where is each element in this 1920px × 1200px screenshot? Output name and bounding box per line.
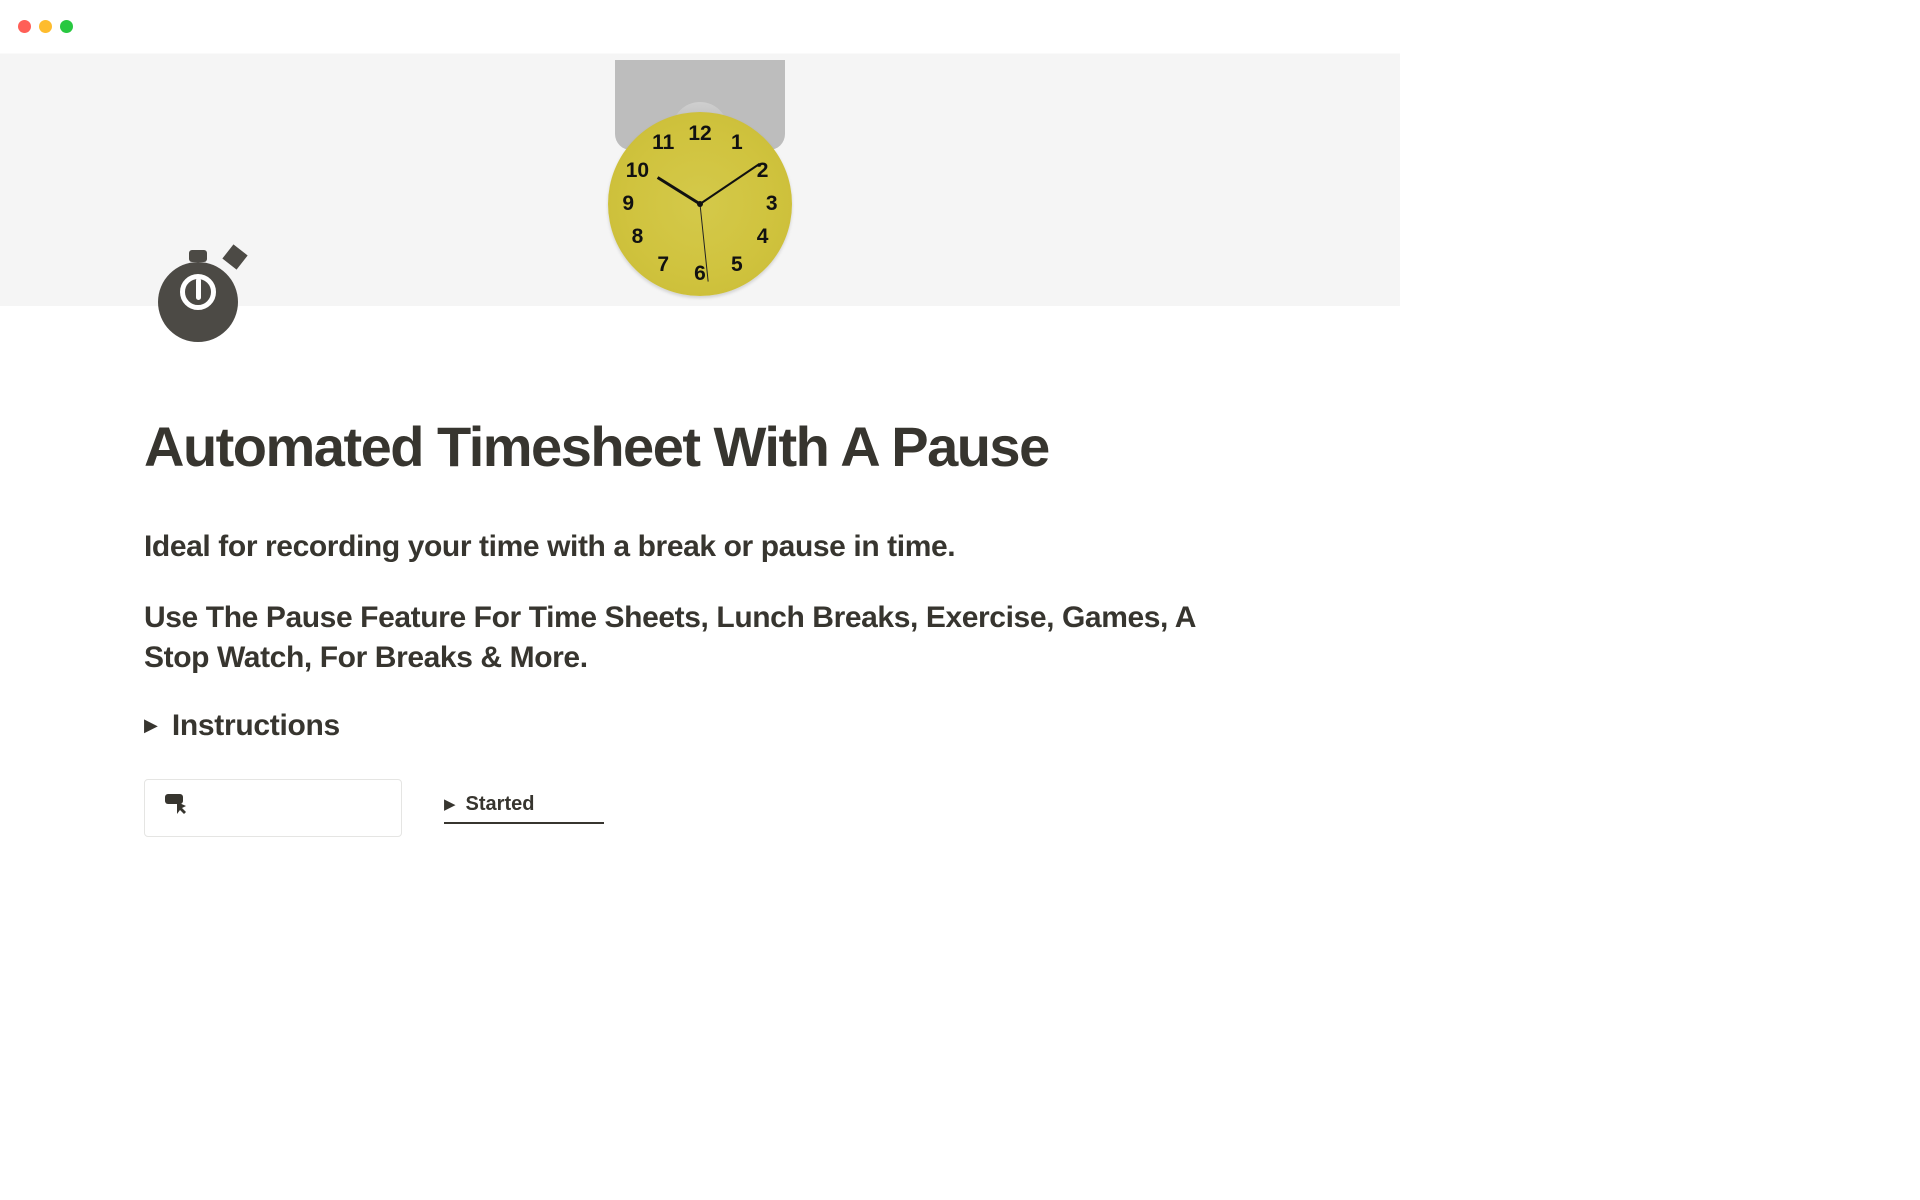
callout-block[interactable] bbox=[144, 779, 402, 837]
stopwatch-needle bbox=[196, 278, 201, 300]
page-title[interactable]: Automated Timesheet With A Pause bbox=[144, 414, 1256, 479]
instructions-toggle-label: Instructions bbox=[172, 709, 340, 743]
clock-num-12: 12 bbox=[688, 122, 711, 146]
page-subhead-2[interactable]: Use The Pause Feature For Time Sheets, L… bbox=[144, 598, 1256, 679]
clock-num-3: 3 bbox=[766, 192, 778, 216]
window-close-button[interactable] bbox=[18, 20, 31, 33]
tab-caret-icon: ▶ bbox=[444, 795, 456, 813]
clock-num-5: 5 bbox=[731, 253, 743, 277]
database-view-tab-started[interactable]: ▶ Started bbox=[444, 793, 1256, 822]
tab-active-underline bbox=[444, 822, 604, 824]
clock-num-1: 1 bbox=[731, 131, 743, 155]
clock-num-6: 6 bbox=[694, 262, 706, 286]
clock-num-10: 10 bbox=[626, 159, 649, 183]
toggle-caret-icon: ▶ bbox=[144, 715, 158, 736]
window-minimize-button[interactable] bbox=[39, 20, 52, 33]
clock-minute-hand bbox=[699, 163, 760, 205]
clock-num-8: 8 bbox=[632, 225, 644, 249]
clock-center-dot bbox=[697, 201, 703, 207]
window-zoom-button[interactable] bbox=[60, 20, 73, 33]
cover-clock-illustration: 12 1 2 3 4 5 6 7 8 9 10 11 bbox=[608, 60, 792, 296]
clock-num-11: 11 bbox=[652, 131, 674, 155]
clock-face: 12 1 2 3 4 5 6 7 8 9 10 11 bbox=[608, 112, 792, 296]
stopwatch-body bbox=[158, 262, 238, 342]
clock-num-7: 7 bbox=[657, 253, 669, 277]
page-content: Automated Timesheet With A Pause Ideal f… bbox=[0, 306, 1400, 837]
stopwatch-knob bbox=[189, 250, 207, 262]
clock-num-4: 4 bbox=[757, 225, 769, 249]
clock-num-9: 9 bbox=[622, 192, 634, 216]
clock-hour-hand bbox=[657, 176, 701, 205]
window-titlebar bbox=[0, 0, 1400, 54]
instructions-toggle[interactable]: ▶ Instructions bbox=[144, 709, 1256, 743]
page-icon-stopwatch[interactable] bbox=[158, 254, 246, 342]
pointer-icon bbox=[163, 792, 191, 823]
page-subhead-1[interactable]: Ideal for recording your time with a bre… bbox=[144, 527, 1256, 568]
tab-started-label: Started bbox=[466, 793, 535, 816]
